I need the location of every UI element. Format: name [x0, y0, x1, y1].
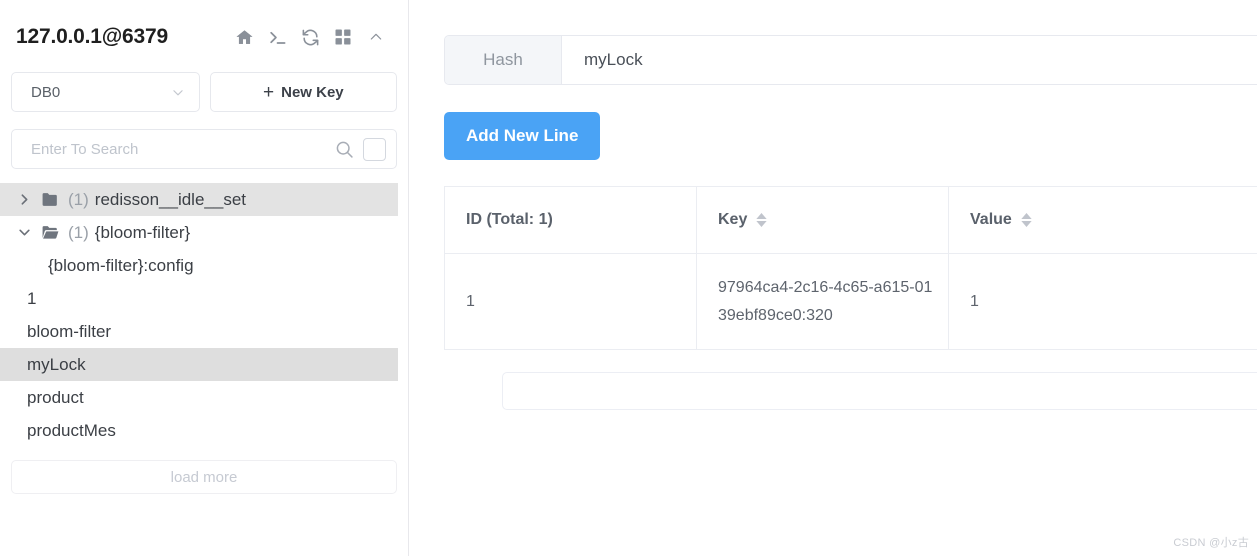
key-type-badge: Hash: [445, 36, 562, 84]
tree-item-label: redisson__idle__set: [94, 189, 246, 209]
tree-folder-redisson-idle-set[interactable]: (1) redisson__idle__set: [0, 183, 398, 216]
tree-key-productmes[interactable]: productMes: [0, 414, 398, 447]
new-key-button[interactable]: + New Key: [209, 72, 397, 112]
key-header-bar: Hash: [444, 35, 1257, 85]
refresh-icon[interactable]: [300, 27, 320, 47]
chevron-down-icon[interactable]: [16, 226, 32, 239]
db-select-value: DB0: [31, 83, 61, 101]
folder-closed-icon: [40, 190, 61, 209]
tree-item-label: bloom-filter: [27, 321, 112, 341]
tree-item-label: 1: [27, 288, 37, 308]
tree-key-mylock[interactable]: myLock: [0, 348, 398, 381]
search-box: [11, 129, 397, 169]
sidebar-header: 127.0.0.1@6379: [0, 0, 408, 55]
new-key-button-label: New Key: [281, 83, 344, 101]
column-header-id: ID (Total: 1): [445, 187, 697, 254]
tree-folder-bloom-filter[interactable]: (1) {bloom-filter}: [0, 216, 398, 249]
search-icon[interactable]: [333, 138, 355, 160]
terminal-icon[interactable]: [267, 27, 287, 47]
tree-item-count: (1): [68, 189, 89, 209]
hash-table-wrap: ID (Total: 1) Key Value 1 97964ca4-2c16-…: [444, 186, 1257, 350]
grid-icon[interactable]: [333, 27, 353, 47]
tree-item-label: productMes: [27, 420, 116, 440]
sort-arrows-icon[interactable]: [756, 213, 768, 227]
footer-input-box[interactable]: [502, 372, 1257, 410]
tree-key-bloom-filter-config[interactable]: {bloom-filter}:config: [0, 249, 398, 282]
connection-title: 127.0.0.1@6379: [16, 25, 168, 48]
column-header-key-label: Key: [718, 211, 748, 228]
redis-client-window: 127.0.0.1@6379 DB0 + New Key Enter To Se…: [0, 0, 1257, 556]
tree-key-product[interactable]: product: [0, 381, 398, 414]
tree-item-label: product: [27, 387, 84, 407]
tree-item-count: (1): [68, 222, 89, 242]
chevron-right-icon[interactable]: [16, 193, 32, 206]
folder-open-icon: [40, 223, 61, 242]
column-header-id-label: ID (Total: 1): [466, 211, 553, 228]
chevron-up-icon[interactable]: [366, 27, 386, 47]
cell-id: 1: [445, 253, 697, 350]
plus-icon: +: [263, 81, 275, 103]
search-input[interactable]: [31, 140, 333, 158]
cell-key-text: 97964ca4-2c16-4c65-a615-0139ebf89ce0:320: [718, 278, 933, 324]
hash-table-head: ID (Total: 1) Key Value: [445, 187, 1257, 254]
cell-value: 1: [948, 253, 1257, 350]
tree-item-label: myLock: [27, 354, 86, 374]
table-row[interactable]: 1 97964ca4-2c16-4c65-a615-0139ebf89ce0:3…: [445, 253, 1257, 350]
tree-item-label: {bloom-filter}:config: [48, 255, 194, 275]
key-tree: (1) redisson__idle__set (1) {bloom-filte…: [0, 183, 408, 447]
tree-key-1[interactable]: 1: [0, 282, 398, 315]
column-header-value[interactable]: Value: [948, 187, 1257, 254]
column-header-value-label: Value: [970, 211, 1012, 228]
sort-arrows-icon[interactable]: [1021, 213, 1032, 227]
cell-key: 97964ca4-2c16-4c65-a615-0139ebf89ce0:320: [696, 253, 949, 350]
tree-key-bloom-filter[interactable]: bloom-filter: [0, 315, 398, 348]
load-more-wrap: load more: [0, 447, 408, 494]
db-select[interactable]: DB0: [11, 72, 200, 112]
sidebar: 127.0.0.1@6379 DB0 + New Key Enter To Se…: [0, 0, 409, 556]
main-panel: Hash Add New Line ID (Total: 1) Ke: [409, 0, 1257, 556]
column-header-key[interactable]: Key: [696, 187, 949, 254]
key-name-input[interactable]: [562, 36, 1257, 84]
tree-item-label: {bloom-filter}: [94, 222, 191, 242]
search-checkbox[interactable]: [363, 137, 386, 161]
header-icon-group: [234, 27, 394, 47]
hash-table: ID (Total: 1) Key Value 1 97964ca4-2c16-…: [445, 187, 1257, 350]
watermark: CSDN @小z古: [1173, 537, 1249, 549]
hash-table-body: 1 97964ca4-2c16-4c65-a615-0139ebf89ce0:3…: [445, 253, 1257, 350]
load-more-button[interactable]: load more: [11, 460, 397, 494]
db-controls-row: DB0 + New Key: [0, 55, 408, 112]
home-icon[interactable]: [234, 27, 254, 47]
add-new-line-button[interactable]: Add New Line: [444, 112, 601, 160]
chevron-down-icon: [171, 85, 185, 99]
search-row: [0, 112, 408, 169]
table-header-row: ID (Total: 1) Key Value: [445, 187, 1257, 254]
